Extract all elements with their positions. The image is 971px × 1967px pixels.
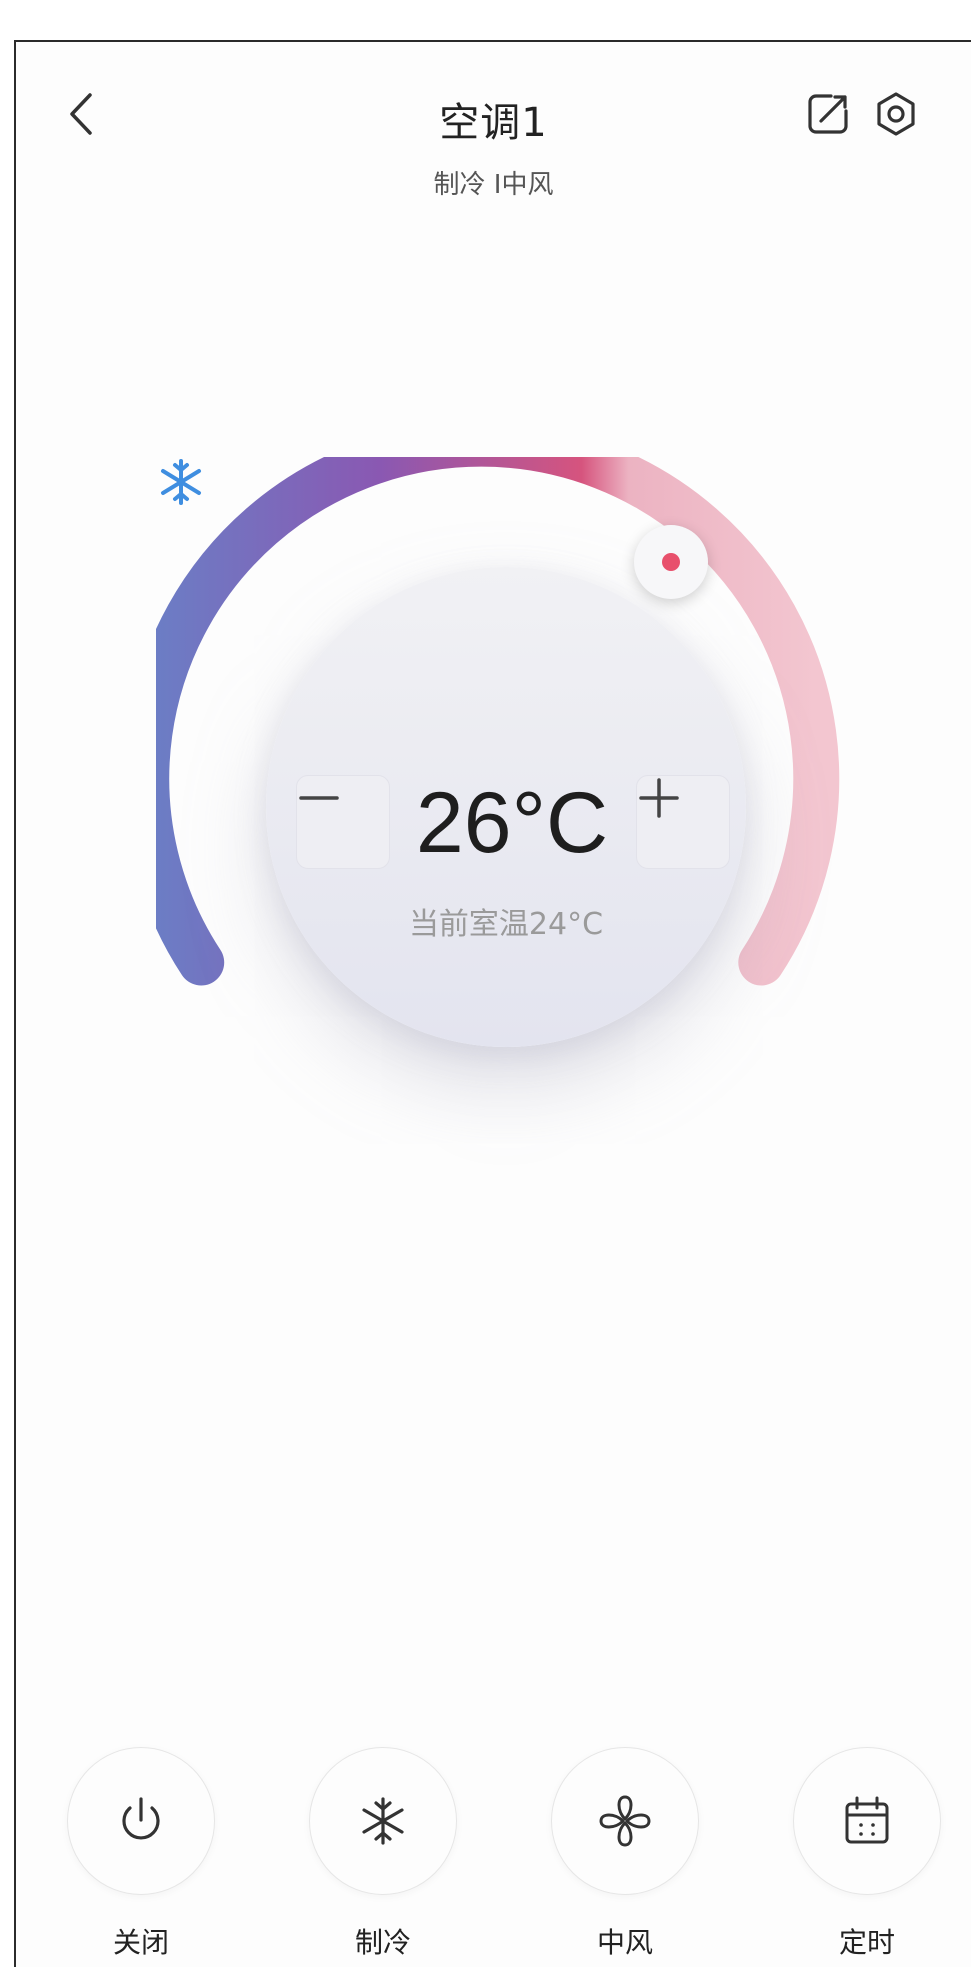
mode-control[interactable]: 制冷 — [308, 1747, 458, 1961]
fan-button[interactable] — [551, 1747, 699, 1895]
power-label: 关闭 — [112, 1926, 169, 1959]
temperature-dial[interactable]: 26°C 当前室温24°C — [156, 457, 856, 1157]
power-button[interactable] — [67, 1747, 215, 1895]
room-temperature: 当前室温24°C — [408, 907, 604, 942]
share-button[interactable] — [798, 84, 858, 144]
share-icon — [808, 94, 848, 134]
mode-button[interactable] — [309, 1747, 457, 1895]
plus-icon — [639, 778, 679, 818]
control-bar: 关闭 制冷 中风 定时 — [16, 1747, 971, 1967]
snowflake-icon — [161, 459, 201, 505]
timer-label: 定时 — [838, 1926, 895, 1959]
calendar-icon — [845, 1796, 889, 1844]
fan-control[interactable]: 中风 — [550, 1747, 700, 1961]
snowflake-icon — [362, 1797, 404, 1845]
fan-icon — [599, 1795, 651, 1847]
decrease-temp-button[interactable] — [296, 775, 390, 869]
increase-temp-button[interactable] — [636, 775, 730, 869]
mode-label: 制冷 — [354, 1926, 411, 1959]
fan-label: 中风 — [596, 1926, 653, 1959]
timer-control[interactable]: 定时 — [792, 1747, 942, 1961]
minus-icon — [299, 796, 339, 800]
knob-indicator — [662, 553, 680, 571]
settings-button[interactable] — [866, 84, 926, 144]
gear-icon — [877, 92, 915, 136]
status-subtitle: 制冷 I中风 — [433, 170, 554, 200]
power-icon — [122, 1797, 160, 1840]
app-screen: 空调1 制冷 I中风 26°C 当前室温24°C 关闭 制冷 中风 定时 — [14, 40, 971, 1967]
setpoint-temperature: 26°C — [415, 775, 609, 871]
timer-button[interactable] — [793, 1747, 941, 1895]
dial-knob[interactable] — [634, 525, 708, 599]
power-control[interactable]: 关闭 — [66, 1747, 216, 1961]
